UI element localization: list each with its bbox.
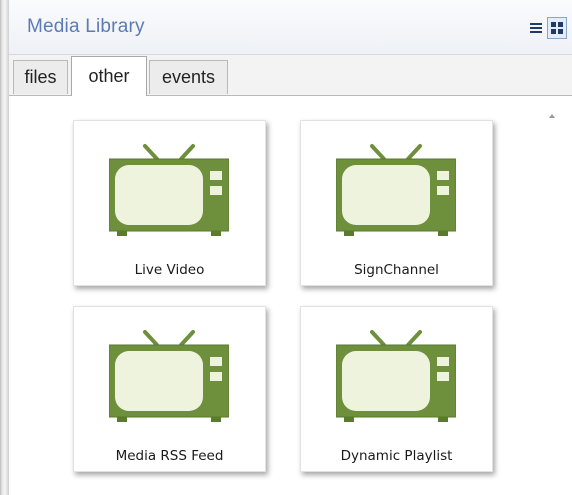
tab-events[interactable]: events	[149, 60, 228, 94]
media-library-panel: Media Library files other events Live Vi…	[0, 0, 572, 495]
media-tile-dynamic-playlist[interactable]: Dynamic Playlist	[300, 306, 493, 472]
media-grid: Live Video SignChannel Media RSS Feed Dy…	[9, 96, 572, 495]
media-tile-label: Dynamic Playlist	[340, 448, 453, 464]
tab-files[interactable]: files	[13, 60, 68, 94]
tab-other[interactable]: other	[71, 56, 147, 96]
scroll-up-arrow-icon[interactable]	[549, 114, 555, 118]
list-view-button[interactable]	[526, 17, 546, 39]
media-tile-signchannel[interactable]: SignChannel	[300, 120, 493, 286]
media-tile-label: Media RSS Feed	[115, 448, 224, 464]
list-view-icon	[530, 23, 542, 33]
panel-title-bar: Media Library	[9, 0, 572, 55]
media-tile-live-video[interactable]: Live Video	[73, 120, 266, 286]
tv-icon	[109, 330, 229, 422]
tab-strip: files other events	[9, 55, 572, 96]
tv-icon	[109, 144, 229, 236]
grid-view-button[interactable]	[547, 17, 567, 39]
grid-view-icon	[551, 22, 563, 34]
media-tile-label: SignChannel	[354, 262, 439, 278]
tv-icon	[336, 144, 456, 236]
panel-left-border	[0, 0, 9, 495]
tv-icon	[336, 330, 456, 422]
panel-title: Media Library	[27, 16, 145, 37]
media-tile-label: Live Video	[134, 262, 205, 278]
media-tile-media-rss-feed[interactable]: Media RSS Feed	[73, 306, 266, 472]
